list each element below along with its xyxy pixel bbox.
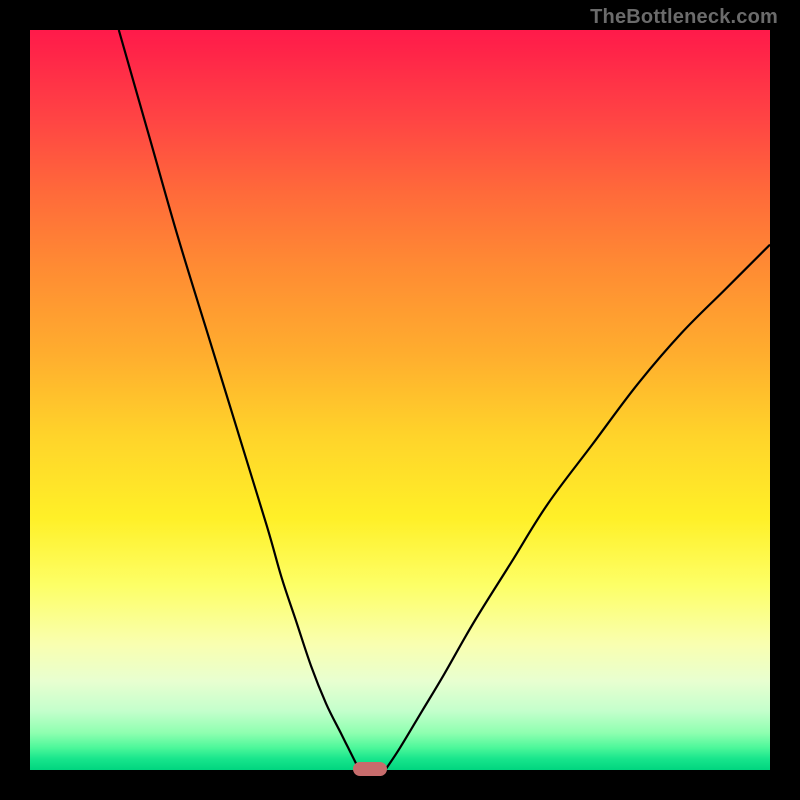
chart-root: { "watermark": { "text": "TheBottleneck.… bbox=[0, 0, 800, 800]
plot-background bbox=[30, 30, 770, 770]
watermark-text: TheBottleneck.com bbox=[590, 6, 778, 29]
optimal-marker bbox=[353, 762, 387, 776]
